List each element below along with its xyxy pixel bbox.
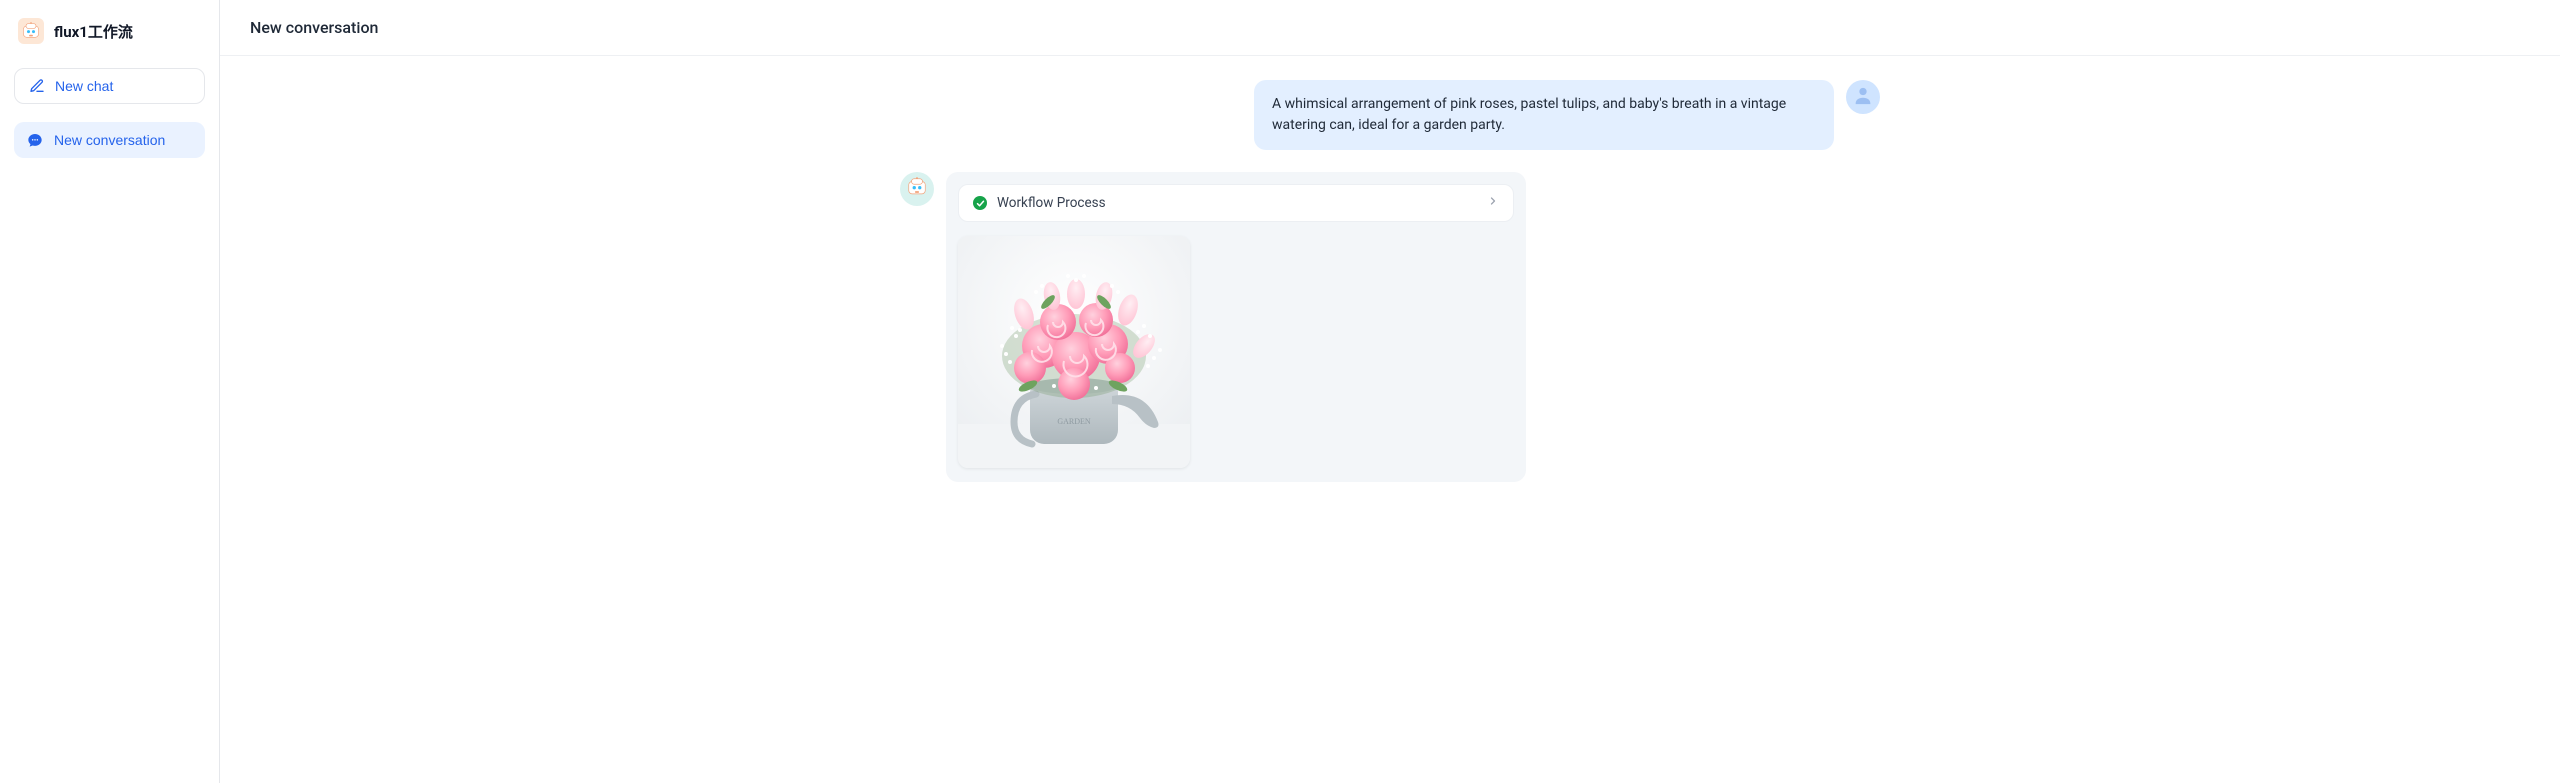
user-message-bubble: A whimsical arrangement of pink roses, p… bbox=[1254, 80, 1834, 150]
assistant-card: Workflow Process bbox=[946, 172, 1526, 482]
chat-header: New conversation bbox=[220, 0, 2560, 56]
svg-text:GARDEN: GARDEN bbox=[1057, 417, 1091, 426]
workflow-process-label: Workflow Process bbox=[997, 195, 1106, 211]
conversation-item-label: New conversation bbox=[54, 132, 165, 148]
main: New conversation A whimsical arrangement… bbox=[220, 0, 2560, 783]
conversation-item[interactable]: New conversation bbox=[14, 122, 205, 158]
user-message-row: A whimsical arrangement of pink roses, p… bbox=[900, 80, 1880, 150]
chat-bubble-icon bbox=[26, 131, 44, 149]
new-chat-label: New chat bbox=[55, 78, 113, 94]
user-avatar bbox=[1846, 80, 1880, 114]
bot-icon bbox=[18, 18, 44, 44]
app-brand: flux1工作流 bbox=[14, 16, 205, 50]
assistant-avatar bbox=[900, 172, 934, 206]
user-icon bbox=[1852, 84, 1874, 110]
chat-scroll-area[interactable]: A whimsical arrangement of pink roses, p… bbox=[220, 56, 2560, 783]
sidebar: flux1工作流 New chat New conversation bbox=[0, 0, 220, 783]
workflow-left: Workflow Process bbox=[973, 195, 1106, 211]
new-chat-button[interactable]: New chat bbox=[14, 68, 205, 104]
conversation-list: New conversation bbox=[14, 122, 205, 158]
assistant-message-row: Workflow Process bbox=[900, 172, 1880, 482]
check-icon bbox=[973, 196, 987, 210]
chat-column: A whimsical arrangement of pink roses, p… bbox=[900, 80, 1880, 482]
compose-icon bbox=[29, 78, 45, 94]
app-name: flux1工作流 bbox=[54, 21, 133, 42]
page-title: New conversation bbox=[250, 18, 2530, 37]
bot-icon bbox=[906, 176, 928, 202]
workflow-process-toggle[interactable]: Workflow Process bbox=[958, 184, 1514, 222]
generated-image[interactable]: GARDEN bbox=[958, 236, 1190, 468]
chevron-right-icon bbox=[1487, 195, 1499, 211]
